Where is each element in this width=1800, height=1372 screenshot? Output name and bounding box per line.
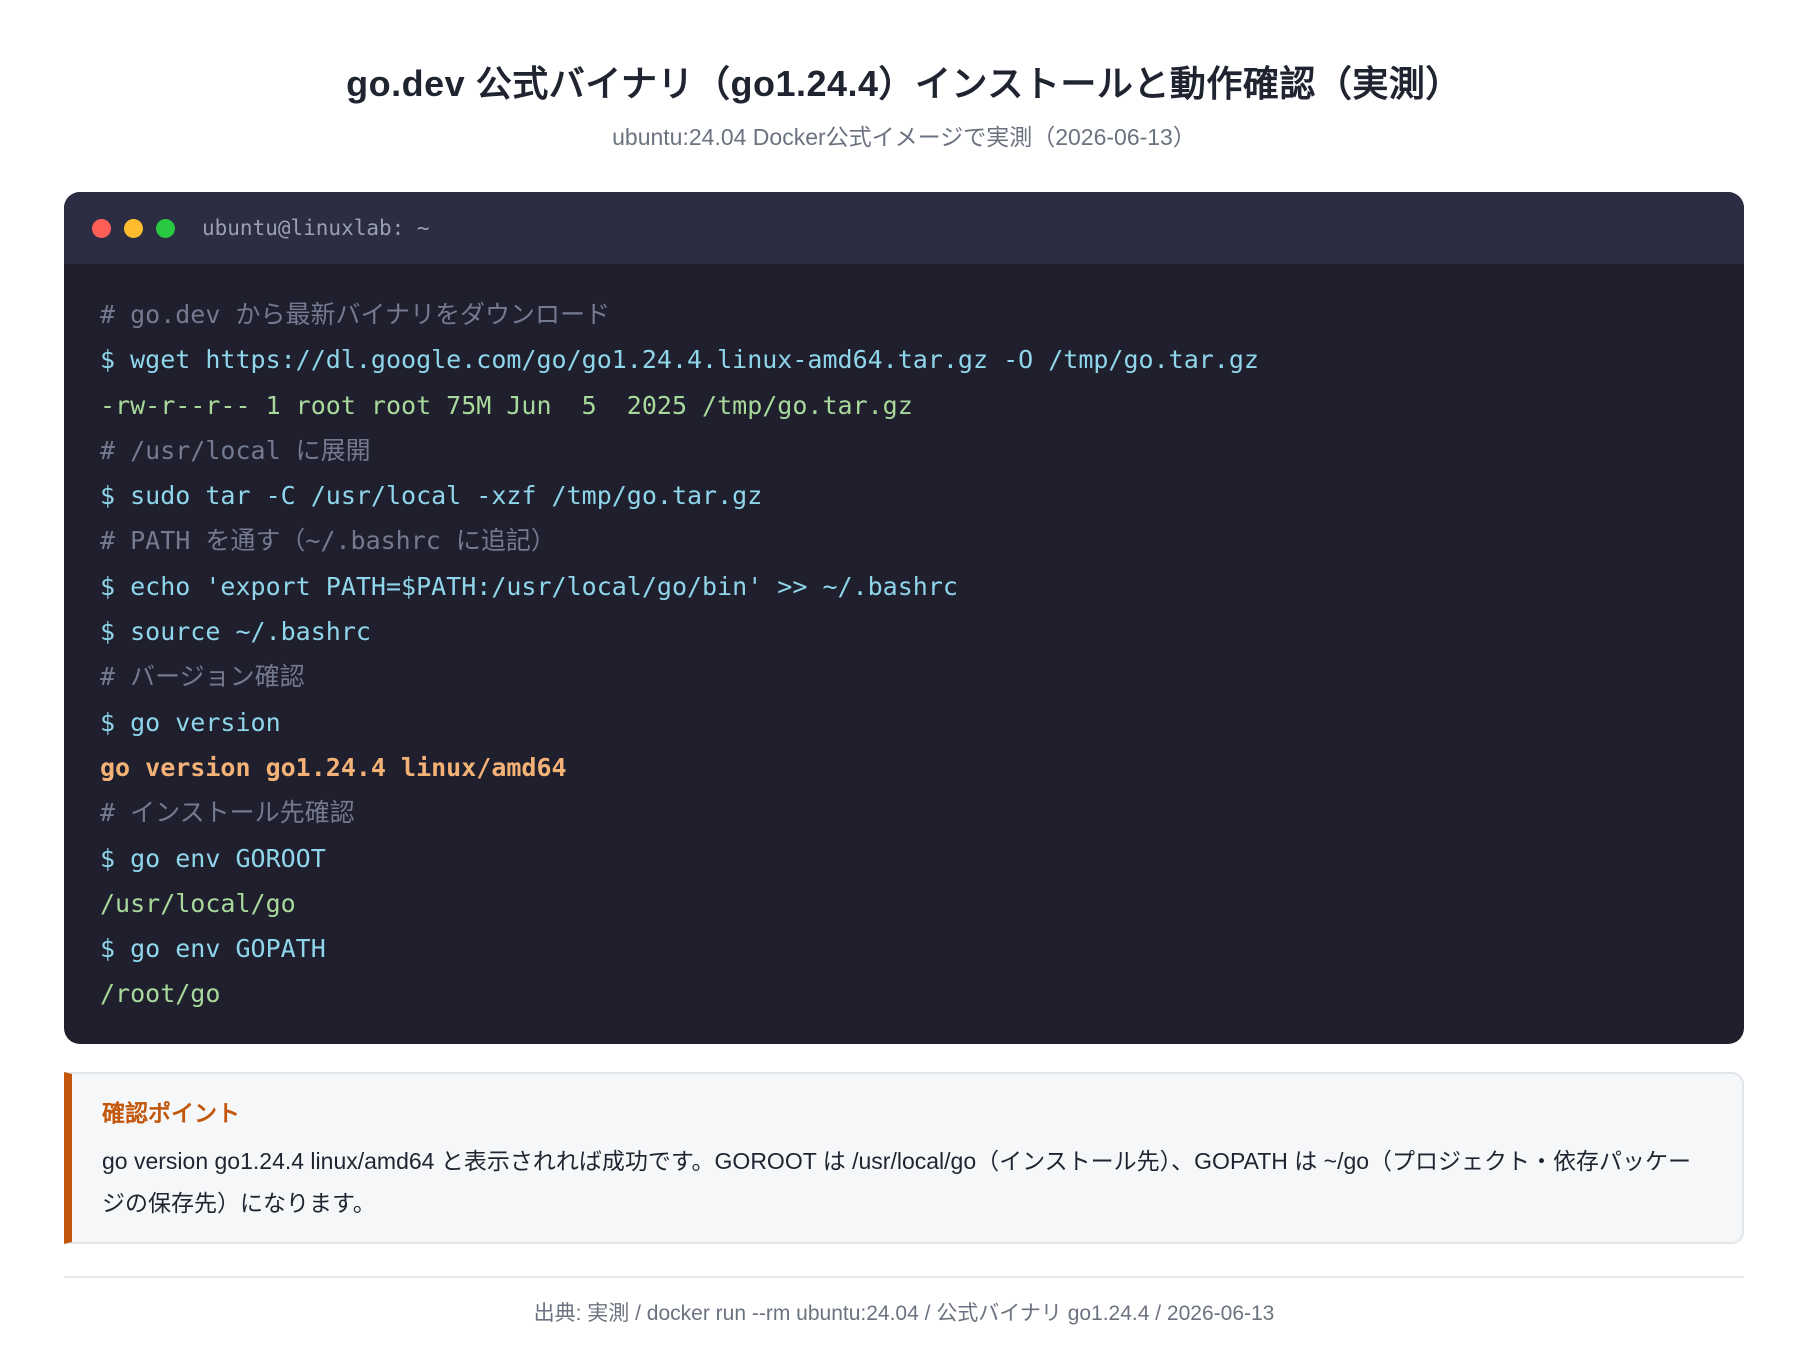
- terminal-line-command: $ wget https://dl.google.com/go/go1.24.4…: [100, 345, 1259, 375]
- terminal-line-command: $ sudo tar -C /usr/local -xzf /tmp/go.ta…: [100, 481, 763, 511]
- terminal-line-output: -rw-r--r-- 1 root root 75M Jun 5 2025 /t…: [100, 390, 913, 420]
- terminal-line-output: /usr/local/go: [100, 888, 296, 918]
- terminal-line-output: /root/go: [100, 979, 221, 1009]
- terminal-line-command: $ go env GOPATH: [100, 934, 326, 964]
- terminal-body: # go.dev から最新バイナリをダウンロード $ wget https://…: [64, 264, 1744, 1017]
- callout-text: go version go1.24.4 linux/amd64 と表示されれば成…: [102, 1148, 1692, 1216]
- callout-title: 確認ポイント: [102, 1100, 240, 1126]
- check-point-callout: 確認ポイント go version go1.24.4 linux/amd64 と…: [64, 1072, 1744, 1244]
- terminal-window: ubuntu@linuxlab: ~ # go.dev から最新バイナリをダウン…: [64, 192, 1744, 1044]
- footer-divider: [64, 1276, 1744, 1278]
- terminal-line-command: $ go version: [100, 707, 281, 737]
- page: go.dev 公式バイナリ（go1.24.4）インストールと動作確認（実測） u…: [64, 0, 1744, 1328]
- terminal-line-comment: # PATH を通す（~/.bashrc に追記）: [100, 526, 556, 556]
- terminal-line-command: $ source ~/.bashrc: [100, 617, 371, 647]
- terminal-title: ubuntu@linuxlab: ~: [202, 216, 430, 240]
- maximize-dot-icon[interactable]: [156, 218, 175, 238]
- terminal-line-command: $ go env GOROOT: [100, 843, 326, 873]
- terminal-line-comment: # go.dev から最新バイナリをダウンロード: [100, 300, 610, 329]
- page-subtitle: ubuntu:24.04 Docker公式イメージで実測（2026-06-13）: [612, 124, 1196, 150]
- terminal-line-comment: # インストール先確認: [100, 798, 355, 828]
- terminal-line-version-output: go version go1.24.4 linux/amd64: [100, 752, 567, 782]
- terminal-line-comment: # バージョン確認: [100, 662, 305, 692]
- page-title: go.dev 公式バイナリ（go1.24.4）インストールと動作確認（実測）: [346, 63, 1462, 104]
- terminal-line-command: $ echo 'export PATH=$PATH:/usr/local/go/…: [100, 571, 958, 601]
- terminal-title-bar: ubuntu@linuxlab: ~: [64, 192, 1744, 264]
- terminal-line-comment: # /usr/local に展開: [100, 435, 371, 465]
- minimize-dot-icon[interactable]: [124, 218, 143, 238]
- source-footer: 出典: 実測 / docker run --rm ubuntu:24.04 / …: [533, 1302, 1275, 1325]
- close-dot-icon[interactable]: [92, 218, 111, 238]
